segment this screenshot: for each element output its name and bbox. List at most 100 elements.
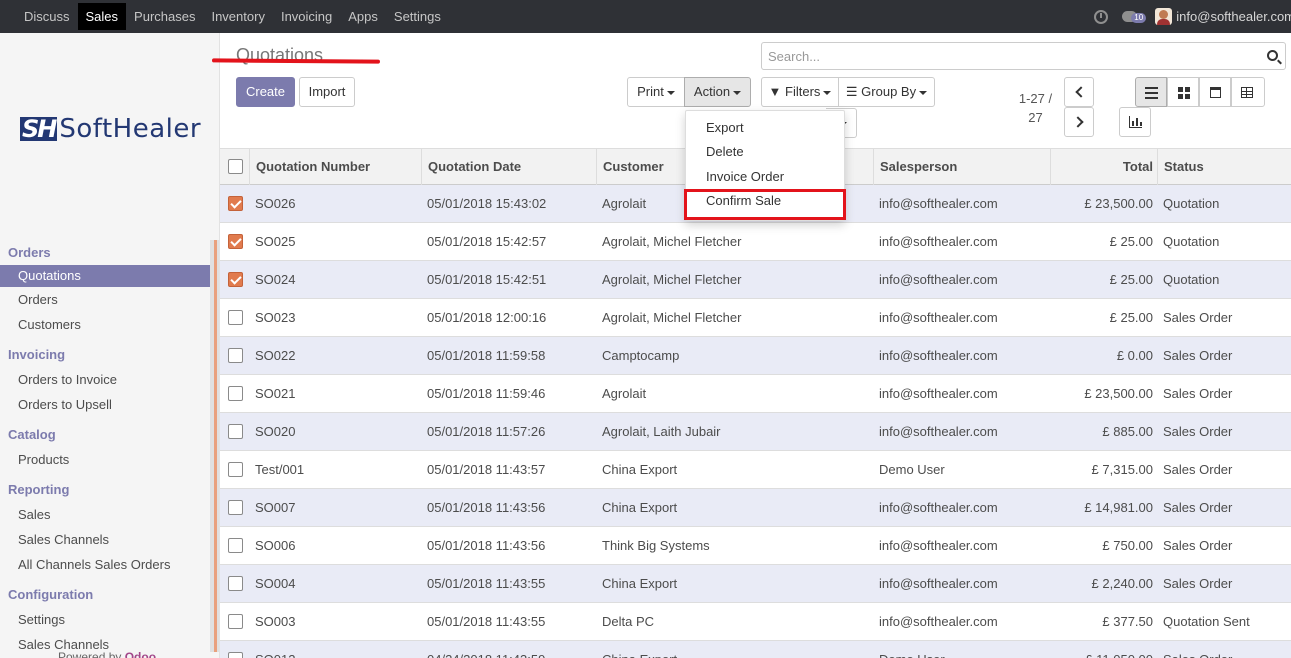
sidebar-item-quotations[interactable]: Quotations xyxy=(0,265,210,287)
cell-total: £ 25.00 xyxy=(1109,234,1153,249)
cell-status: Quotation xyxy=(1163,272,1220,287)
cell-salesperson: info@softhealer.com xyxy=(879,538,998,553)
row-checkbox[interactable] xyxy=(228,348,243,363)
filters-button[interactable]: ▼ Filters xyxy=(761,77,839,107)
groupby-button[interactable]: ☰ Group By xyxy=(838,77,935,107)
table-row[interactable]: SO004 05/01/2018 11:43:55 China Export info… xyxy=(220,565,1291,603)
table-row[interactable]: SO012 04/24/2018 11:43:59 China Export Demo… xyxy=(220,641,1291,658)
column-header-quotation-date[interactable]: Quotation Date xyxy=(421,149,596,185)
table-row[interactable]: SO024 05/01/2018 15:42:51 Agrolait, Michel… xyxy=(220,261,1291,299)
cell-status: Sales Order xyxy=(1163,462,1233,477)
table-row[interactable]: SO007 05/01/2018 11:43:56 China Export info… xyxy=(220,489,1291,527)
quotations-table: Quotation Number Quotation Date Customer Sa… xyxy=(220,148,1291,658)
row-checkbox[interactable] xyxy=(228,576,243,591)
import-button[interactable]: Import xyxy=(299,77,355,107)
sidebar-nav: Orders Quotations Orders Customers Invoicing… xyxy=(0,240,210,657)
select-all-checkbox[interactable] xyxy=(228,159,243,174)
top-menu-item-inventory[interactable]: Inventory xyxy=(203,3,272,30)
action-dropdown-button[interactable]: Action xyxy=(684,77,751,107)
graph-view-button[interactable] xyxy=(1119,107,1151,137)
row-checkbox[interactable] xyxy=(228,424,243,439)
pager-value[interactable]: 1-27 / 27 xyxy=(1013,89,1058,127)
cell-customer: Agrolait xyxy=(602,386,647,401)
search-icon[interactable] xyxy=(1267,50,1278,61)
cell-number: SO024 xyxy=(255,272,296,287)
top-menu-item-invoicing[interactable]: Invoicing xyxy=(273,3,340,30)
cell-status: Quotation Sent xyxy=(1163,614,1250,629)
table-row[interactable]: Test/001 05/01/2018 11:43:57 China Export D… xyxy=(220,451,1291,489)
row-checkbox[interactable] xyxy=(228,272,243,287)
row-checkbox[interactable] xyxy=(228,614,243,629)
top-menu-item-discuss[interactable]: Discuss xyxy=(16,3,78,30)
cell-salesperson: info@softhealer.com xyxy=(879,310,998,325)
cell-total: £ 0.00 xyxy=(1116,348,1153,363)
table-row[interactable]: SO003 05/01/2018 11:43:55 Delta PC info@sof… xyxy=(220,603,1291,641)
company-logo[interactable]: SH SoftHealer xyxy=(20,113,201,145)
list-view-button[interactable] xyxy=(1135,77,1167,107)
table-row[interactable]: SO006 05/01/2018 11:43:56 Think Big System… xyxy=(220,527,1291,565)
cell-salesperson: info@softhealer.com xyxy=(879,614,998,629)
pager-next-button[interactable] xyxy=(1064,107,1094,137)
sidebar-item-orders-to-upsell[interactable]: Orders to Upsell xyxy=(0,392,210,417)
sidebar-item-sales[interactable]: Sales xyxy=(0,502,210,527)
table-row[interactable]: SO021 05/01/2018 11:59:46 Agrolait info@sof… xyxy=(220,375,1291,413)
row-checkbox[interactable] xyxy=(228,386,243,401)
sidebar-item-all-channels-sales-orders[interactable]: All Channels Sales Orders xyxy=(0,552,210,577)
create-button[interactable]: Create xyxy=(236,77,295,107)
powered-by: Powered by Odoo xyxy=(58,650,156,658)
calendar-view-button[interactable] xyxy=(1199,77,1231,107)
messages-icon[interactable]: 10 xyxy=(1122,9,1147,25)
top-menu-item-purchases[interactable]: Purchases xyxy=(126,3,203,30)
row-checkbox[interactable] xyxy=(228,234,243,249)
sidebar-item-customers[interactable]: Customers xyxy=(0,312,210,337)
row-checkbox[interactable] xyxy=(228,652,243,658)
kanban-icon xyxy=(1178,87,1183,92)
row-checkbox[interactable] xyxy=(228,462,243,477)
user-avatar[interactable] xyxy=(1155,8,1173,25)
table-row[interactable]: SO023 05/01/2018 12:00:16 Agrolait, Michel… xyxy=(220,299,1291,337)
row-checkbox[interactable] xyxy=(228,196,243,211)
row-checkbox[interactable] xyxy=(228,538,243,553)
print-dropdown-button[interactable]: Print xyxy=(627,77,685,107)
pager-previous-button[interactable] xyxy=(1064,77,1094,107)
sidebar-item-products[interactable]: Products xyxy=(0,447,210,472)
table-row[interactable]: SO025 05/01/2018 15:42:57 Agrolait, Michel… xyxy=(220,223,1291,261)
action-menu-item-confirm-sale[interactable]: Confirm Sale xyxy=(706,193,781,208)
user-menu[interactable]: info@softhealer.com xyxy=(1176,9,1291,24)
action-menu-item-delete[interactable]: Delete xyxy=(706,144,744,159)
sidebar-item-sales-channels[interactable]: Sales Channels xyxy=(0,527,210,552)
filter-icon: ▼ xyxy=(768,84,782,99)
table-row[interactable]: SO022 05/01/2018 11:59:58 Camptocamp info@s… xyxy=(220,337,1291,375)
sidebar-item-orders-to-invoice[interactable]: Orders to Invoice xyxy=(0,367,210,392)
row-checkbox[interactable] xyxy=(228,500,243,515)
sidebar-section-configuration: Configuration xyxy=(8,587,94,602)
pivot-view-button[interactable] xyxy=(1231,77,1265,107)
column-header-quotation-number[interactable]: Quotation Number xyxy=(249,149,421,185)
cell-status: Sales Order xyxy=(1163,348,1233,363)
column-header-total[interactable]: Total xyxy=(1050,149,1157,185)
cell-status: Quotation xyxy=(1163,234,1220,249)
top-menu-item-sales[interactable]: Sales xyxy=(77,3,127,30)
action-menu-item-export[interactable]: Export xyxy=(706,120,744,135)
column-header-salesperson[interactable]: Salesperson xyxy=(873,149,1050,185)
action-menu-item-invoice-order[interactable]: Invoice Order xyxy=(706,169,784,184)
kanban-view-button[interactable] xyxy=(1167,77,1199,107)
sidebar-item-orders[interactable]: Orders xyxy=(0,287,210,312)
sidebar-section-invoicing: Invoicing xyxy=(8,347,66,362)
top-menu-item-apps[interactable]: Apps xyxy=(340,3,386,30)
caret-down-icon xyxy=(919,90,928,95)
search-input[interactable] xyxy=(762,43,1242,69)
sidebar-scrollbar[interactable] xyxy=(210,240,219,652)
table-row[interactable]: SO020 05/01/2018 11:57:26 Agrolait, Laith … xyxy=(220,413,1291,451)
column-header-status[interactable]: Status xyxy=(1157,149,1291,185)
sidebar-item-settings[interactable]: Settings xyxy=(0,607,210,632)
search-box xyxy=(761,42,1286,70)
cell-customer: Think Big Systems xyxy=(602,538,710,553)
activity-clock-icon[interactable] xyxy=(1094,9,1109,24)
row-checkbox[interactable] xyxy=(228,310,243,325)
cell-customer: China Export xyxy=(602,462,678,477)
top-menu: Discuss Sales Purchases Inventory Invoicing A… xyxy=(16,3,449,30)
top-menu-item-settings[interactable]: Settings xyxy=(386,3,449,30)
powered-by-brand[interactable]: Odoo xyxy=(125,650,156,658)
cell-salesperson: info@softhealer.com xyxy=(879,196,998,211)
